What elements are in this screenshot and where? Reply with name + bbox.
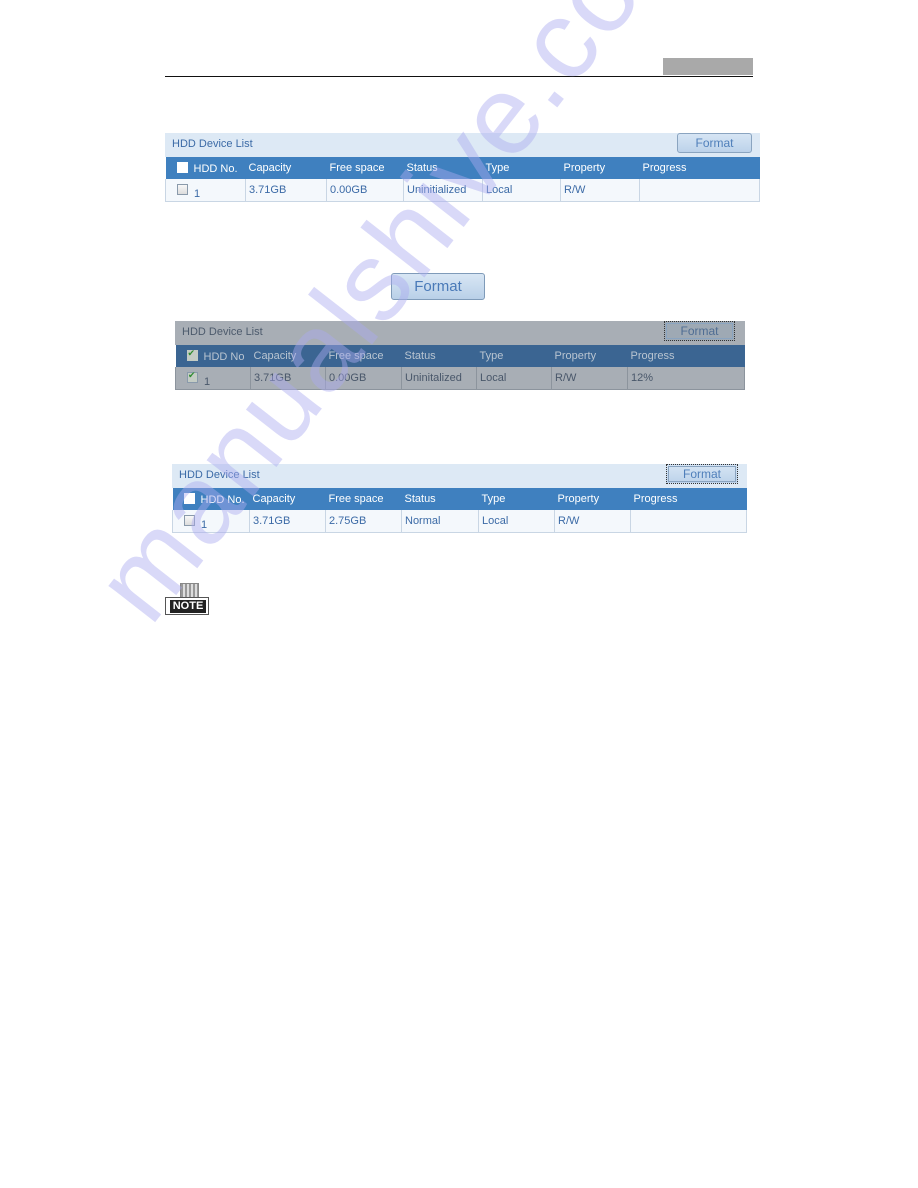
column-header-property: Property (551, 345, 628, 367)
page-header-tab (663, 58, 753, 75)
format-button[interactable]: Format (677, 133, 752, 153)
cell-free-space: 2.75GB (325, 510, 402, 533)
format-button[interactable]: Format (666, 464, 738, 484)
hdd-device-list-panel-uninitialized: HDD Device List Format HDD No. Capacity … (165, 133, 760, 202)
column-header-status: Status (403, 157, 483, 179)
cell-status: Normal (401, 510, 479, 533)
hdd-number: 1 (194, 187, 201, 200)
column-header-free-space: Free space (325, 345, 402, 367)
cell-free-space: 0.00GB (325, 367, 402, 390)
format-button[interactable]: Format (664, 321, 735, 341)
panel-title: HDD Device List (179, 469, 260, 481)
column-header-property: Property (560, 157, 640, 179)
hdd-number: 1 (204, 375, 211, 388)
panel-title-bar: HDD Device List Format (165, 133, 760, 157)
cell-capacity: 3.71GB (250, 367, 326, 390)
table-header-row: HDD No. Capacity Free space Status Type … (165, 157, 760, 179)
cell-hdd-no: 1 (172, 510, 250, 533)
row-checkbox[interactable] (184, 514, 195, 526)
hdd-table: HDD No. Capacity Free space Status Type … (172, 488, 747, 533)
hdd-device-list-panel-normal: HDD Device List Format HDD No. Capacity … (172, 464, 747, 533)
cell-status: Uninitialized (403, 179, 483, 202)
cell-progress (630, 510, 747, 533)
cell-progress: 12% (627, 367, 745, 390)
cell-capacity: 3.71GB (245, 179, 327, 202)
note-label: NOTE (170, 600, 206, 613)
cell-progress (639, 179, 760, 202)
note-icon: NOTE (165, 583, 210, 619)
row-checkbox[interactable] (177, 183, 188, 195)
table-row[interactable]: 1 3.71GB 0.00GB Uninitialized Local R/W (165, 179, 760, 202)
column-header-type: Type (476, 345, 552, 367)
cell-type: Local (476, 367, 552, 390)
column-header-free-space: Free space (326, 157, 404, 179)
select-all-checkbox[interactable] (183, 492, 195, 504)
cell-property: R/W (551, 367, 628, 390)
cell-capacity: 3.71GB (249, 510, 326, 533)
panel-title-bar: HDD Device List Format (172, 464, 747, 488)
column-label: HDD No. (193, 162, 238, 175)
hdd-device-list-panel-formatting: HDD Device List Format HDD No Capacity F… (175, 321, 745, 390)
table-row[interactable]: 1 3.71GB 0.00GB Uninitalized Local R/W 1… (175, 367, 745, 390)
select-all-checkbox[interactable] (186, 348, 198, 361)
cell-hdd-no: 1 (175, 367, 251, 390)
hdd-table: HDD No Capacity Free space Status Type P… (175, 345, 745, 390)
column-header-progress: Progress (627, 345, 745, 367)
column-header-status: Status (401, 488, 479, 510)
table-header-row: HDD No Capacity Free space Status Type P… (175, 345, 745, 367)
select-all-checkbox[interactable] (176, 161, 188, 173)
column-header-capacity: Capacity (249, 488, 326, 510)
panel-title: HDD Device List (172, 138, 253, 150)
column-header-progress: Progress (630, 488, 747, 510)
column-label: HDD No (203, 350, 245, 363)
column-header-capacity: Capacity (245, 157, 327, 179)
column-header-free-space: Free space (325, 488, 402, 510)
column-label: HDD No. (200, 493, 245, 506)
column-header-capacity: Capacity (250, 345, 326, 367)
hdd-number: 1 (201, 518, 208, 531)
column-header-progress: Progress (639, 157, 760, 179)
cell-hdd-no: 1 (165, 179, 246, 202)
note-label-box: NOTE (165, 597, 209, 615)
page-header-rule (165, 76, 753, 77)
format-button-large[interactable]: Format (391, 273, 485, 300)
hdd-table: HDD No. Capacity Free space Status Type … (165, 157, 760, 202)
panel-title: HDD Device List (182, 326, 263, 338)
row-checkbox[interactable] (187, 370, 198, 383)
column-header-hdd-no: HDD No (175, 345, 251, 367)
column-header-type: Type (482, 157, 561, 179)
cell-type: Local (478, 510, 555, 533)
column-header-type: Type (478, 488, 555, 510)
cell-type: Local (482, 179, 561, 202)
panel-title-bar: HDD Device List Format (175, 321, 745, 345)
table-row[interactable]: 1 3.71GB 2.75GB Normal Local R/W (172, 510, 747, 533)
cell-free-space: 0.00GB (326, 179, 404, 202)
column-header-status: Status (401, 345, 477, 367)
column-header-property: Property (554, 488, 631, 510)
cell-status: Uninitalized (401, 367, 477, 390)
table-header-row: HDD No. Capacity Free space Status Type … (172, 488, 747, 510)
cell-property: R/W (554, 510, 631, 533)
cell-property: R/W (560, 179, 640, 202)
column-header-hdd-no: HDD No. (172, 488, 250, 510)
column-header-hdd-no: HDD No. (165, 157, 246, 179)
